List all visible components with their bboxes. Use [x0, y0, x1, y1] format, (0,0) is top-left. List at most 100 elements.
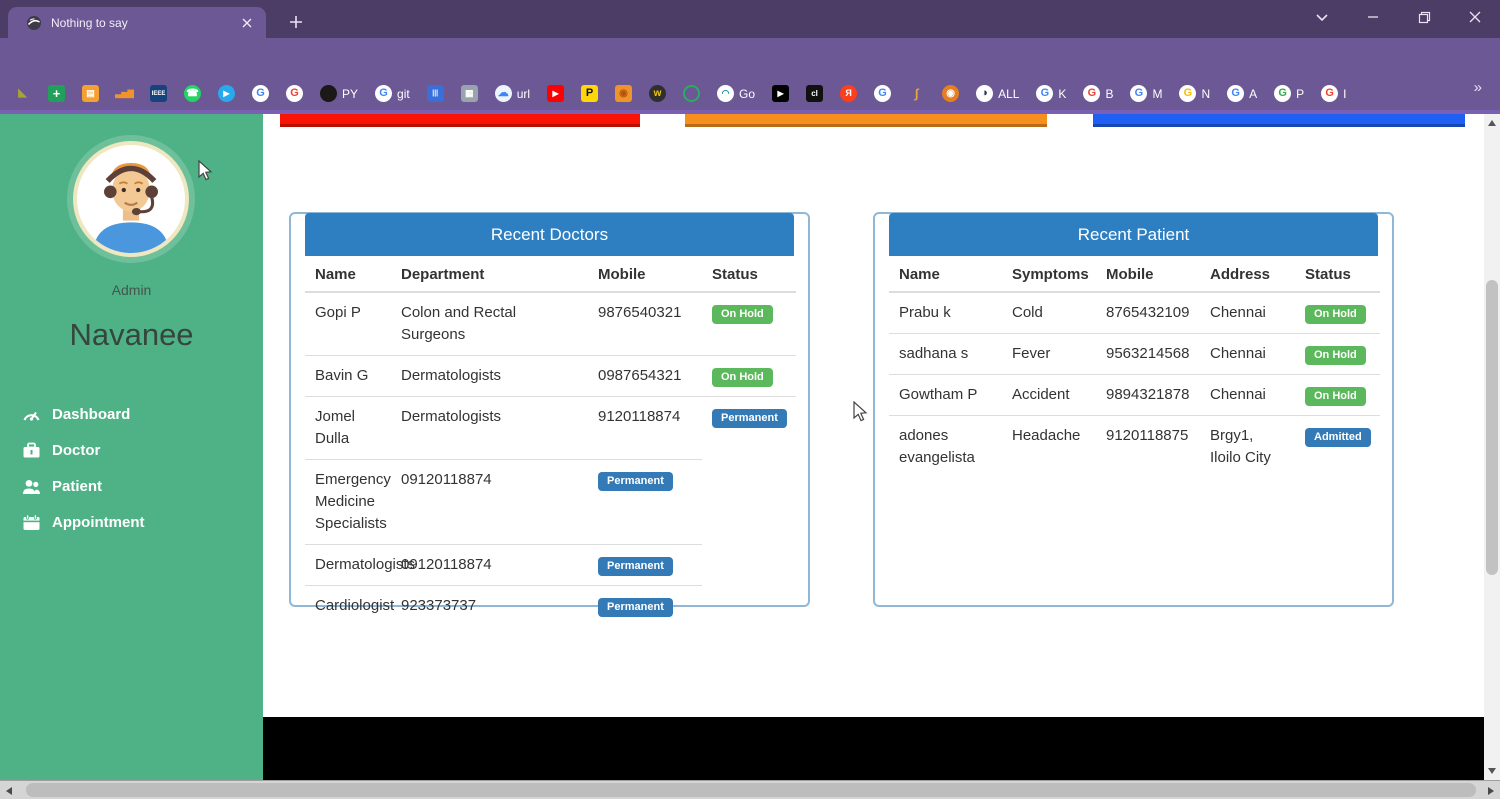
doctor-row: Gopi P Colon and Rectal Surgeons 9876540…	[305, 292, 796, 356]
window-minimize-button[interactable]	[1358, 4, 1388, 30]
bookmark-item[interactable]: ◣	[14, 85, 31, 102]
doctor-mobile: 9876540321	[588, 292, 702, 356]
vertical-scrollbar-thumb[interactable]	[1486, 280, 1498, 575]
vertical-scrollbar[interactable]	[1484, 114, 1500, 780]
bookmark-item[interactable]: ☎	[184, 85, 201, 102]
patient-row: Prabu k Cold 8765432109 Chennai On Hold	[889, 292, 1380, 334]
doctor-row: Cardiologist 923373737 Permanent	[305, 586, 796, 627]
patient-mobile: 9120118875	[1096, 416, 1200, 479]
bookmark-item[interactable]: PY	[320, 85, 358, 102]
patient-address: Brgy1, Iloilo City	[1200, 416, 1295, 479]
patient-mobile: 9563214568	[1096, 334, 1200, 375]
bookmark-item[interactable]: ◠ Go	[717, 85, 755, 102]
footer-bar	[263, 717, 1484, 780]
status-badge: On Hold	[712, 305, 773, 324]
bookmark-item[interactable]: G K	[1036, 85, 1066, 102]
scroll-down-arrow-icon[interactable]	[1488, 768, 1496, 774]
status-badge: On Hold	[1305, 305, 1366, 324]
sidebar-item-patient[interactable]: Patient	[0, 468, 263, 504]
bookmark-icon: ▦	[461, 85, 478, 102]
bookmark-item[interactable]: ▦	[461, 85, 478, 102]
doctor-row: Bavin G Dermatologists 0987654321 On Hol…	[305, 356, 796, 397]
recent-doctors-panel: Recent Doctors Name Department Mobile St…	[289, 212, 810, 607]
sidebar-item-doctor[interactable]: Doctor	[0, 432, 263, 468]
window-close-button[interactable]	[1460, 4, 1490, 30]
horizontal-scrollbar-thumb[interactable]	[26, 783, 1476, 797]
bookmark-item[interactable]: Я	[840, 85, 857, 102]
bookmark-item[interactable]: ◉	[942, 85, 959, 102]
bookmark-icon: |||	[427, 85, 444, 102]
sidebar-item-appointment[interactable]: Appointment	[0, 504, 263, 540]
tab-search-chevron-icon[interactable]	[1307, 4, 1337, 30]
bookmark-item[interactable]: G M	[1130, 85, 1162, 102]
bookmark-item[interactable]: +	[48, 85, 65, 102]
scroll-up-arrow-icon[interactable]	[1488, 120, 1496, 126]
bookmark-icon: ▤	[82, 85, 99, 102]
bookmark-item[interactable]: G	[874, 85, 891, 102]
patient-name: Prabu k	[889, 292, 1002, 334]
bookmark-item[interactable]: ▃▅▇	[116, 85, 133, 102]
doctor-row: Jomel Dulla Dermatologists 9120118874 Pe…	[305, 397, 796, 460]
bookmark-item[interactable]: G	[286, 85, 303, 102]
bookmark-item[interactable]: w	[649, 85, 666, 102]
admin-avatar-illustration	[77, 145, 185, 253]
bookmark-item[interactable]: ◉	[615, 85, 632, 102]
doctor-name: Bavin G	[305, 356, 391, 397]
window-restore-button[interactable]	[1409, 4, 1439, 30]
patient-users-icon	[22, 478, 41, 495]
bookmark-item[interactable]: ◑ ALL	[976, 85, 1019, 102]
bookmark-item[interactable]: G P	[1274, 85, 1304, 102]
sidebar-item-label: Appointment	[52, 514, 144, 531]
bookmark-item[interactable]: G A	[1227, 85, 1257, 102]
scroll-right-arrow-icon[interactable]	[1488, 787, 1494, 795]
sidebar-menu: Dashboard Doctor Patient Appointment	[0, 396, 263, 540]
patient-name: sadhana s	[889, 334, 1002, 375]
bookmark-item[interactable]: ʃ	[908, 85, 925, 102]
bookmark-item[interactable]: G N	[1179, 85, 1210, 102]
bookmark-icon: G	[1083, 85, 1100, 102]
patient-mobile: 8765432109	[1096, 292, 1200, 334]
bookmark-item[interactable]: ▶	[547, 85, 564, 102]
bookmark-item[interactable]: G git	[375, 85, 410, 102]
bookmark-icon	[320, 85, 337, 102]
browser-tab[interactable]: Nothing to say	[8, 7, 266, 38]
tab-close-icon[interactable]	[238, 14, 256, 32]
new-tab-button[interactable]	[284, 10, 308, 34]
bookmark-item[interactable]: G I	[1321, 85, 1346, 102]
patient-row: adones evangelista Headache 9120118875 B…	[889, 416, 1380, 479]
doctor-department: Dermatologists	[305, 545, 391, 586]
bookmark-item[interactable]: ▶	[772, 85, 789, 102]
bookmark-icon: ▶	[547, 85, 564, 102]
bookmark-item[interactable]: G B	[1083, 85, 1113, 102]
patient-symptoms: Headache	[1002, 416, 1096, 479]
bookmark-icon: G	[1036, 85, 1053, 102]
admin-role-label: Admin	[0, 282, 263, 298]
bookmark-item[interactable]: |||	[427, 85, 444, 102]
status-badge: Permanent	[598, 598, 673, 617]
bookmark-item[interactable]: ▶	[218, 85, 235, 102]
bookmarks-overflow-chevron[interactable]: »	[1474, 79, 1482, 96]
doctor-department: Emergency Medicine Specialists	[305, 460, 391, 545]
bookmark-icon	[683, 85, 700, 102]
bookmark-item[interactable]: P	[581, 85, 598, 102]
sidebar-item-label: Patient	[52, 478, 102, 495]
patient-address: Chennai	[1200, 292, 1295, 334]
patient-row: Gowtham P Accident 9894321878 Chennai On…	[889, 375, 1380, 416]
bookmark-item[interactable]: G	[252, 85, 269, 102]
bookmark-icon: ◑	[976, 85, 993, 102]
bookmark-icon: G	[375, 85, 392, 102]
bookmark-item[interactable]: ▤	[82, 85, 99, 102]
bookmark-item[interactable]: cl	[806, 85, 823, 102]
bookmark-icon: G	[1130, 85, 1147, 102]
bookmark-icon: ʃ	[908, 85, 925, 102]
bookmark-item[interactable]: IEEE	[150, 85, 167, 102]
bookmark-item[interactable]	[683, 85, 700, 102]
horizontal-scrollbar[interactable]	[0, 780, 1500, 799]
scroll-left-arrow-icon[interactable]	[6, 787, 12, 795]
bookmark-icon: cl	[806, 85, 823, 102]
status-badge: Permanent	[598, 557, 673, 576]
bookmark-item[interactable]: ☁ url	[495, 85, 530, 102]
dashboard-content: Recent Doctors Name Department Mobile St…	[263, 114, 1484, 717]
bookmark-label: M	[1152, 87, 1162, 101]
sidebar-item-dashboard[interactable]: Dashboard	[0, 396, 263, 432]
